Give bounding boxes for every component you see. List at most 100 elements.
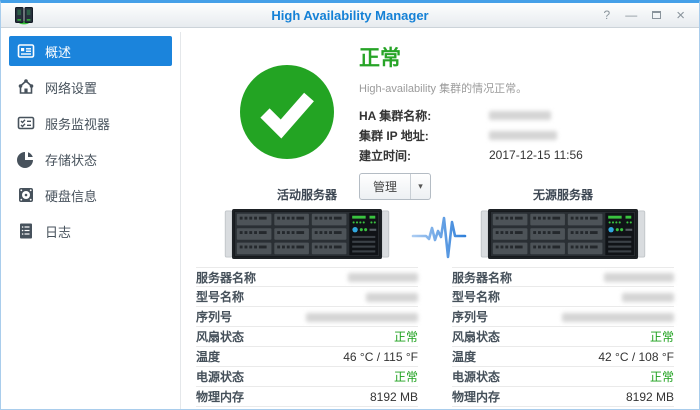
- redacted-value: [348, 273, 418, 282]
- server-title: 无源服务器: [452, 186, 674, 203]
- field-label: 建立时间:: [359, 147, 489, 164]
- table-row: 风扇状态 正常: [196, 327, 418, 347]
- sidebar-item-label: 硬盘信息: [45, 186, 97, 205]
- redacted-value: [489, 111, 551, 120]
- sidebar-item-label: 概述: [45, 42, 71, 61]
- field-value: [489, 128, 557, 142]
- row-label: 物理内存: [452, 388, 500, 405]
- cluster-field-row: HA 集群名称:: [359, 105, 583, 125]
- storage-icon: [17, 150, 35, 168]
- heartbeat-icon: [411, 214, 471, 267]
- row-label: 风扇状态: [452, 328, 500, 345]
- table-row: 物理内存 8192 MB: [452, 387, 674, 407]
- row-value: 8192 MB: [370, 390, 418, 404]
- sidebar-item-disk[interactable]: 硬盘信息: [9, 180, 172, 210]
- row-label: 风扇状态: [196, 328, 244, 345]
- row-value: 正常: [650, 368, 674, 385]
- redacted-value: [604, 273, 674, 282]
- redacted-value: [366, 293, 418, 302]
- titlebar: High Availability Manager ? — ×: [1, 3, 699, 28]
- row-value: [348, 270, 418, 284]
- sidebar-item-overview[interactable]: 概述: [9, 36, 172, 66]
- sidebar-item-monitor[interactable]: 服务监视器: [9, 108, 172, 138]
- sidebar-item-network[interactable]: 网络设置: [9, 72, 172, 102]
- row-value: [622, 290, 674, 304]
- help-button[interactable]: ?: [604, 9, 611, 21]
- row-value: [604, 270, 674, 284]
- cluster-status-block: 正常 High-availability 集群的情况正常。 HA 集群名称: 集…: [359, 42, 583, 200]
- row-value: [366, 290, 418, 304]
- server-title: 活动服务器: [196, 186, 418, 203]
- row-label: 型号名称: [196, 288, 244, 305]
- row-value: 46 °C / 115 °F: [343, 350, 418, 364]
- row-value: 8192 MB: [626, 390, 674, 404]
- maximize-button[interactable]: [652, 9, 661, 21]
- table-row: 服务器名称: [452, 267, 674, 287]
- redacted-value: [489, 131, 557, 140]
- sidebar-item-label: 存储状态: [45, 150, 97, 169]
- field-value: 2017-12-15 11:56: [489, 148, 583, 162]
- sidebar-item-storage[interactable]: 存储状态: [9, 144, 172, 174]
- sidebar-item-label: 服务监视器: [45, 114, 110, 133]
- status-description: High-availability 集群的情况正常。: [359, 80, 583, 96]
- active-server-section: 活动服务器: [196, 186, 418, 407]
- app-body: 概述 网络设置 服务监视器 存储状态 硬盘信息: [1, 32, 699, 409]
- table-row: 电源状态 正常: [452, 367, 674, 387]
- rack-server-image: [223, 209, 391, 259]
- redacted-value: [622, 293, 674, 302]
- close-button[interactable]: ×: [676, 8, 685, 23]
- row-value: 正常: [394, 368, 418, 385]
- table-row: 型号名称: [452, 287, 674, 307]
- sidebar: 概述 网络设置 服务监视器 存储状态 硬盘信息: [1, 32, 181, 409]
- row-label: 序列号: [452, 308, 488, 325]
- row-value: 正常: [394, 328, 418, 345]
- row-value: 42 °C / 108 °F: [598, 350, 674, 364]
- status-ok-icon: [240, 65, 334, 159]
- status-title: 正常: [359, 42, 583, 72]
- table-row: 温度 42 °C / 108 °F: [452, 347, 674, 367]
- server-info-table: 服务器名称型号名称序列号风扇状态正常温度46 °C / 115 °F电源状态正常…: [196, 267, 418, 407]
- row-value: [306, 310, 418, 324]
- field-label: HA 集群名称:: [359, 107, 489, 124]
- row-label: 物理内存: [196, 388, 244, 405]
- sidebar-item-log[interactable]: 日志: [9, 216, 172, 246]
- cluster-fields: HA 集群名称: 集群 IP 地址: 建立时间: 2017-12-15 11:5…: [359, 105, 583, 165]
- row-label: 服务器名称: [196, 269, 256, 286]
- row-label: 电源状态: [196, 368, 244, 385]
- redacted-value: [562, 313, 674, 322]
- minimize-button[interactable]: —: [625, 9, 637, 21]
- disk-icon: [17, 186, 35, 204]
- table-row: 温度 46 °C / 115 °F: [196, 347, 418, 367]
- row-label: 序列号: [196, 308, 232, 325]
- table-row: 型号名称: [196, 287, 418, 307]
- row-label: 电源状态: [452, 368, 500, 385]
- ha-app-icon: [14, 6, 34, 25]
- field-value: [489, 108, 551, 122]
- window-title: High Availability Manager: [1, 8, 699, 23]
- overview-panel: 正常 High-availability 集群的情况正常。 HA 集群名称: 集…: [181, 32, 699, 409]
- table-row: 物理内存 8192 MB: [196, 387, 418, 407]
- server-info-table: 服务器名称型号名称序列号风扇状态正常温度 42 °C / 108 °F 电源状态 正常…: [452, 267, 674, 407]
- app-window: High Availability Manager ? — × 概述 网络设置: [0, 0, 700, 410]
- table-row: 风扇状态正常: [452, 327, 674, 347]
- row-label: 温度: [452, 348, 476, 365]
- table-row: 服务器名称: [196, 267, 418, 287]
- network-icon: [17, 78, 35, 96]
- row-label: 温度: [196, 348, 220, 365]
- sidebar-item-label: 日志: [45, 222, 71, 241]
- cluster-field-row: 集群 IP 地址:: [359, 125, 583, 145]
- monitor-icon: [17, 114, 35, 132]
- field-label: 集群 IP 地址:: [359, 127, 489, 144]
- cluster-field-row: 建立时间: 2017-12-15 11:56: [359, 145, 583, 165]
- row-label: 服务器名称: [452, 269, 512, 286]
- overview-icon: [17, 42, 35, 60]
- row-value: [562, 310, 674, 324]
- row-label: 型号名称: [452, 288, 500, 305]
- table-row: 序列号: [196, 307, 418, 327]
- passive-server-section: 无源服务器: [452, 186, 674, 407]
- maximize-icon: [652, 11, 661, 19]
- table-row: 序列号: [452, 307, 674, 327]
- rack-server-image: [479, 209, 647, 259]
- log-icon: [17, 222, 35, 240]
- table-row: 电源状态 正常: [196, 367, 418, 387]
